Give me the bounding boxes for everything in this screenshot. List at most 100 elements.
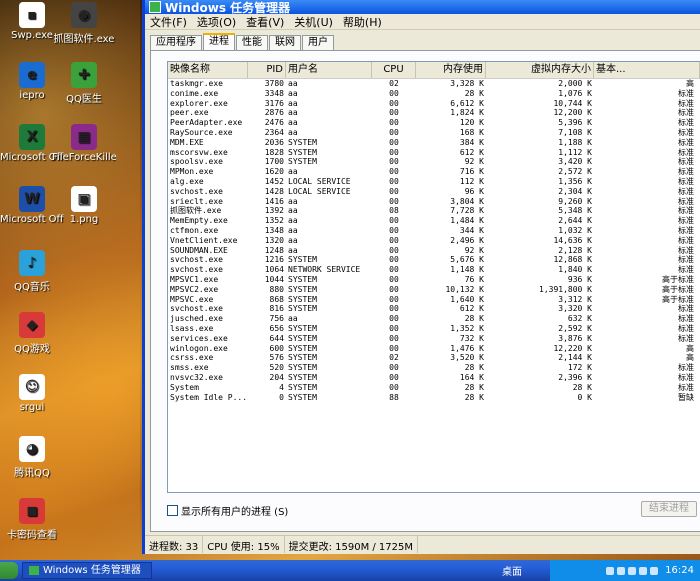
- tray-icon[interactable]: [650, 566, 659, 575]
- table-cell: 612 K: [459, 304, 484, 314]
- col-mem-usage[interactable]: 内存使用: [416, 62, 486, 78]
- table-row[interactable]: explorer.exe 3176 aa 00 6,612 K 10,744 K 标准: [168, 99, 700, 109]
- table-row[interactable]: MPMon.exe 1620 aa 00 716 K 2,572 K 标准: [168, 167, 700, 177]
- tray-icon[interactable]: [617, 566, 626, 575]
- table-row[interactable]: VnetClient.exe 1320 aa 00 2,496 K 14,636 K 标准: [168, 236, 700, 246]
- table-cell: svchost.exe: [170, 265, 223, 275]
- table-cell: System Idle P...: [170, 392, 248, 402]
- table-row[interactable]: MemEmpty.exe 1352 aa 00 1,484 K 2,644 K 标准: [168, 216, 700, 226]
- start-button[interactable]: [0, 562, 18, 579]
- table-cell: 标准: [678, 245, 694, 255]
- table-row[interactable]: conime.exe 3348 aa 00 28 K 1,076 K 标准: [168, 89, 700, 99]
- table-row[interactable]: csrss.exe 576 SYSTEM 02 3,520 K 2,144 K 高: [168, 353, 700, 363]
- table-row[interactable]: alg.exe 1452 LOCAL SERVICE 00 112 K 1,356 K 标准: [168, 177, 700, 187]
- table-cell: 168 K: [459, 127, 484, 137]
- desktop-icon[interactable]: ◕ 腾讯QQ: [0, 436, 64, 479]
- col-user-name[interactable]: 用户名: [286, 62, 372, 78]
- tray-icon[interactable]: [606, 566, 615, 575]
- table-cell: 标准: [678, 186, 694, 196]
- tab-performance[interactable]: 性能: [236, 35, 268, 50]
- table-row[interactable]: jusched.exe 756 aa 00 28 K 632 K 标准: [168, 314, 700, 324]
- table-row[interactable]: svchost.exe 1428 LOCAL SERVICE 00 96 K 2,304 …: [168, 187, 700, 197]
- table-cell: 00: [389, 382, 399, 392]
- col-cpu[interactable]: CPU: [372, 62, 416, 78]
- table-cell: 3,320 K: [558, 304, 592, 314]
- col-image-name[interactable]: 映像名称: [168, 62, 248, 78]
- table-row[interactable]: mscorsvw.exe 1828 SYSTEM 00 612 K 1,112 K 标准: [168, 148, 700, 158]
- table-row[interactable]: srieclt.exe 1416 aa 00 3,804 K 9,260 K 标准: [168, 197, 700, 207]
- table-row[interactable]: MPSVC1.exe 1044 SYSTEM 00 76 K 936 K 高于标准: [168, 275, 700, 285]
- table-row[interactable]: RaySource.exe 2364 aa 00 168 K 7,108 K 标准: [168, 128, 700, 138]
- taskbar-task-manager[interactable]: Windows 任务管理器: [22, 562, 152, 579]
- menu-options[interactable]: 选项(O): [192, 14, 241, 30]
- table-cell: 00: [389, 176, 399, 186]
- table-row[interactable]: MDM.EXE 2036 SYSTEM 00 384 K 1,188 K 标准: [168, 138, 700, 148]
- taskbar: Windows 任务管理器 桌面 16:24: [0, 560, 700, 581]
- table-cell: SYSTEM: [288, 333, 317, 343]
- end-process-button[interactable]: 结束进程: [641, 501, 697, 517]
- menu-shutdown[interactable]: 关机(U): [289, 14, 338, 30]
- table-row[interactable]: taskmgr.exe 3780 aa 02 3,328 K 2,000 K 高: [168, 79, 700, 89]
- process-list[interactable]: 映像名称 PID 用户名 CPU 内存使用 虚拟内存大小 基本... taskm…: [167, 61, 700, 493]
- task-manager-window[interactable]: Windows 任务管理器 文件(F) 选项(O) 查看(V) 关机(U) 帮助…: [142, 0, 700, 554]
- tab-processes[interactable]: 进程: [203, 33, 235, 50]
- table-row[interactable]: spoolsv.exe 1700 SYSTEM 00 92 K 3,420 K 标准: [168, 157, 700, 167]
- tray-icon[interactable]: [628, 566, 637, 575]
- table-row[interactable]: System 4 SYSTEM 00 28 K 28 K 标准: [168, 383, 700, 393]
- menu-view[interactable]: 查看(V): [241, 14, 289, 30]
- desktop-icon-label: 卡密码查看: [7, 530, 57, 541]
- table-row[interactable]: System Idle P... 0 SYSTEM 88 28 K 0 K 暂缺: [168, 393, 700, 403]
- menu-help[interactable]: 帮助(H): [338, 14, 387, 30]
- table-cell: svchost.exe: [170, 304, 223, 314]
- table-row[interactable]: lsass.exe 656 SYSTEM 00 1,352 K 2,592 K 标准: [168, 324, 700, 334]
- table-cell: 6,612 K: [450, 98, 484, 108]
- desktop-icon[interactable]: ✚ QQ医生: [52, 62, 116, 105]
- table-row[interactable]: ctfmon.exe 1348 aa 00 344 K 1,032 K 标准: [168, 226, 700, 236]
- menu-file[interactable]: 文件(F): [145, 14, 192, 30]
- table-row[interactable]: 抓图软件.exe 1392 aa 08 7,728 K 5,348 K 标准: [168, 206, 700, 216]
- table-cell: MDM.EXE: [170, 137, 204, 147]
- table-cell: 3,876 K: [558, 333, 592, 343]
- table-row[interactable]: smss.exe 520 SYSTEM 00 28 K 172 K 标准: [168, 363, 700, 373]
- tab-networking[interactable]: 联网: [269, 35, 301, 50]
- col-pid[interactable]: PID: [248, 62, 286, 78]
- table-row[interactable]: nvsvc32.exe 204 SYSTEM 00 164 K 2,396 K 标准: [168, 373, 700, 383]
- table-row[interactable]: peer.exe 2876 aa 00 1,824 K 12,200 K 标准: [168, 108, 700, 118]
- table-row[interactable]: svchost.exe 1064 NETWORK SERVICE 00 1,148 K 1…: [168, 265, 700, 275]
- table-cell: aa: [288, 245, 298, 255]
- desktop-icon[interactable]: ◆ QQ游戏: [0, 312, 64, 355]
- show-all-users-checkbox[interactable]: 显示所有用户的进程 (S): [167, 503, 288, 518]
- desktop-icon[interactable]: ▣ 1.png: [52, 186, 116, 225]
- tray-icon[interactable]: [639, 566, 648, 575]
- col-base-priority[interactable]: 基本...: [594, 62, 700, 78]
- menu-bar: 文件(F) 选项(O) 查看(V) 关机(U) 帮助(H): [145, 14, 700, 30]
- table-row[interactable]: MPSVC2.exe 880 SYSTEM 00 10,132 K 1,391,800 K…: [168, 285, 700, 295]
- table-cell: jusched.exe: [170, 314, 223, 324]
- table-cell: 880: [269, 284, 284, 294]
- desktop-icon[interactable]: ☺ srgui: [0, 374, 64, 413]
- table-cell: 标准: [678, 157, 694, 167]
- table-cell: 2,396 K: [558, 372, 592, 382]
- checkbox-box[interactable]: [167, 505, 178, 516]
- desktop-icon[interactable]: ▦ FileForceKille...: [52, 124, 116, 163]
- table-cell: 标准: [678, 167, 694, 177]
- table-row[interactable]: SOUNDMAN.EXE 1248 aa 00 92 K 2,128 K 标准: [168, 246, 700, 256]
- desktop-icon[interactable]: ♪ QQ音乐: [0, 250, 64, 293]
- table-row[interactable]: svchost.exe 1216 SYSTEM 00 5,676 K 12,868 K 标准: [168, 255, 700, 265]
- desktop-icon[interactable]: ◼ 卡密码查看: [0, 498, 64, 541]
- table-cell: 1,352 K: [450, 323, 484, 333]
- title-bar[interactable]: Windows 任务管理器: [145, 0, 700, 15]
- table-row[interactable]: svchost.exe 816 SYSTEM 00 612 K 3,320 K 标准: [168, 304, 700, 314]
- tab-applications[interactable]: 应用程序: [150, 35, 202, 50]
- table-cell: aa: [288, 108, 298, 118]
- desktop-toolbar[interactable]: 桌面: [502, 563, 522, 578]
- table-row[interactable]: MPSVC.exe 868 SYSTEM 00 1,640 K 3,312 K 高于标准: [168, 295, 700, 305]
- tab-users[interactable]: 用户: [302, 35, 334, 50]
- col-vm-size[interactable]: 虚拟内存大小: [486, 62, 594, 78]
- table-row[interactable]: services.exe 644 SYSTEM 00 732 K 3,876 K 标准: [168, 334, 700, 344]
- desktop-icon[interactable]: ◉ 抓图软件.exe: [52, 2, 116, 45]
- table-row[interactable]: PeerAdapter.exe 2476 aa 00 120 K 5,396 K 标准: [168, 118, 700, 128]
- table-cell: SYSTEM: [288, 137, 317, 147]
- table-cell: SYSTEM: [288, 284, 317, 294]
- table-row[interactable]: winlogon.exe 600 SYSTEM 00 1,476 K 12,220 K 高: [168, 344, 700, 354]
